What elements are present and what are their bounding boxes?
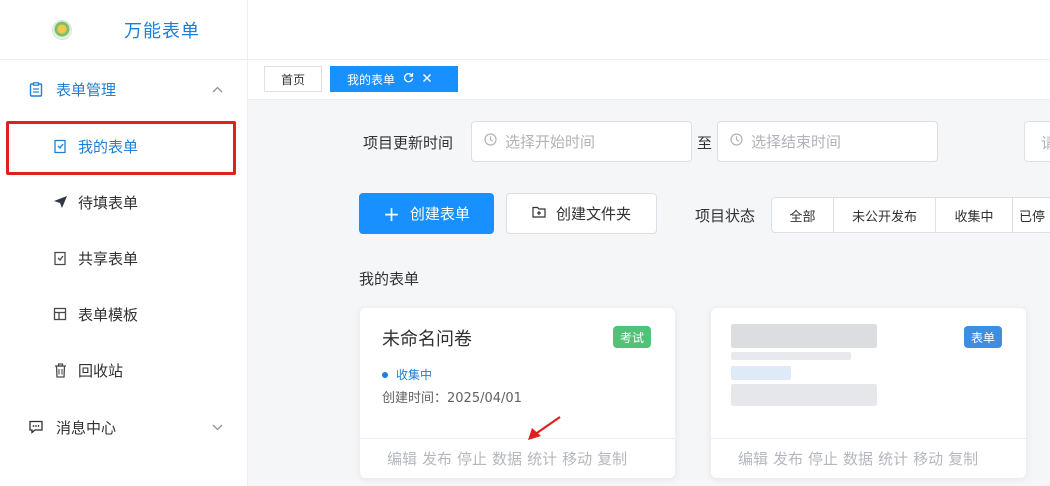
- update-time-label: 项目更新时间: [363, 134, 454, 152]
- chevron-up-icon: [212, 82, 223, 96]
- tab-my-forms-label: 我的表单: [347, 72, 396, 87]
- copy-button[interactable]: 复制: [948, 448, 978, 469]
- sidebar-item-recycle-bin[interactable]: 回收站: [0, 342, 247, 398]
- project-status-label: 项目状态: [695, 207, 756, 225]
- send-icon: [52, 195, 68, 209]
- blurred-title: [731, 324, 877, 348]
- move-button[interactable]: 移动: [562, 448, 592, 469]
- trash-icon: [52, 362, 68, 378]
- form-type-badge: 表单: [963, 326, 1002, 348]
- form-card-actions: 编辑 发布 停止 数据 统计 移动 复制: [360, 438, 675, 478]
- form-card[interactable]: 未命名问卷 考试 收集中 创建时间：2025/04/01 编辑 发布 停止 数据…: [360, 308, 675, 478]
- sidebar-item-label: 回收站: [78, 361, 124, 380]
- create-folder-label: 创建文件夹: [555, 205, 631, 223]
- statistics-button[interactable]: 统计: [878, 448, 908, 469]
- menu-group-messages-label: 消息中心: [56, 418, 117, 437]
- create-form-label: 创建表单: [409, 205, 470, 223]
- blurred-time: [731, 384, 877, 406]
- menu-group-forms-label: 表单管理: [56, 80, 117, 99]
- tab-bar: 首页 我的表单: [248, 60, 1050, 100]
- brand: 万能表单: [0, 0, 247, 60]
- data-button[interactable]: 数据: [843, 448, 873, 469]
- stop-button[interactable]: 停止: [808, 448, 838, 469]
- start-date-placeholder: 选择开始时间: [505, 133, 596, 151]
- chevron-down-icon: [212, 420, 223, 434]
- sidebar: 万能表单 表单管理 我的表单 待填表单 共享表单 表单模板 回收站 消息中心: [0, 0, 248, 486]
- refresh-icon[interactable]: [403, 72, 414, 86]
- start-date-input[interactable]: 选择开始时间: [471, 121, 692, 162]
- stop-button[interactable]: 停止: [457, 448, 487, 469]
- status-filter-group: 全部 未公开发布 收集中 已停: [771, 197, 1050, 233]
- status-option-stopped[interactable]: 已停: [1013, 198, 1050, 232]
- sidebar-item-label: 待填表单: [78, 193, 139, 212]
- publish-button[interactable]: 发布: [773, 448, 803, 469]
- status-option-unpublished[interactable]: 未公开发布: [834, 198, 936, 232]
- publish-button[interactable]: 发布: [422, 448, 452, 469]
- sidebar-item-label: 表单模板: [78, 305, 139, 324]
- sidebar-item-label: 共享表单: [78, 249, 139, 268]
- annotation-arrow-icon: [528, 416, 561, 440]
- end-date-placeholder: 选择结束时间: [751, 133, 842, 151]
- blurred-status: [731, 366, 791, 380]
- form-card[interactable]: 表单 编辑 发布 停止 数据 统计 移动 复制: [711, 308, 1026, 478]
- create-form-button[interactable]: + 创建表单: [359, 193, 494, 234]
- section-title: 我的表单: [359, 270, 420, 288]
- copy-button[interactable]: 复制: [597, 448, 627, 469]
- status-dot: [382, 371, 388, 378]
- template-icon: [52, 307, 68, 321]
- sidebar-item-my-forms[interactable]: 我的表单: [0, 118, 247, 174]
- move-button[interactable]: 移动: [913, 448, 943, 469]
- menu-group-messages[interactable]: 消息中心: [0, 398, 247, 456]
- data-button[interactable]: 数据: [492, 448, 522, 469]
- menu-group-forms[interactable]: 表单管理: [0, 60, 247, 118]
- sidebar-item-shared-forms[interactable]: 共享表单: [0, 230, 247, 286]
- form-card-actions: 编辑 发布 停止 数据 统计 移动 复制: [711, 438, 1026, 478]
- plus-icon: +: [383, 201, 400, 226]
- status-option-all[interactable]: 全部: [772, 198, 834, 232]
- edit-button[interactable]: 编辑: [738, 448, 768, 469]
- message-icon: [28, 420, 44, 434]
- top-header: [248, 0, 1050, 60]
- status-option-collecting[interactable]: 收集中: [936, 198, 1013, 232]
- date-range-separator: 至: [697, 134, 713, 152]
- close-icon[interactable]: [422, 72, 432, 86]
- share-doc-icon: [52, 251, 68, 266]
- create-folder-button[interactable]: 创建文件夹: [506, 193, 657, 234]
- clock-icon: [730, 133, 743, 150]
- brand-logo: [52, 19, 72, 40]
- clock-icon: [484, 133, 497, 150]
- form-card-title: 未命名问卷: [382, 329, 472, 350]
- brand-title: 万能表单: [124, 20, 200, 42]
- search-input[interactable]: 请: [1024, 121, 1050, 162]
- tab-my-forms[interactable]: 我的表单: [330, 66, 458, 92]
- form-icon: [28, 81, 44, 97]
- folder-add-icon: [532, 206, 546, 222]
- form-doc-icon: [52, 139, 68, 154]
- sidebar-item-label: 我的表单: [78, 137, 139, 156]
- form-created-time: 创建时间：2025/04/01: [382, 391, 522, 406]
- tab-home[interactable]: 首页: [264, 66, 322, 92]
- edit-button[interactable]: 编辑: [387, 448, 417, 469]
- sidebar-item-pending-forms[interactable]: 待填表单: [0, 174, 247, 230]
- blurred-line: [731, 352, 851, 360]
- form-status: 收集中: [382, 366, 432, 383]
- form-status-text: 收集中: [396, 368, 433, 382]
- sidebar-item-templates[interactable]: 表单模板: [0, 286, 247, 342]
- form-type-badge: 考试: [612, 326, 651, 348]
- statistics-button[interactable]: 统计: [527, 448, 557, 469]
- end-date-input[interactable]: 选择结束时间: [717, 121, 938, 162]
